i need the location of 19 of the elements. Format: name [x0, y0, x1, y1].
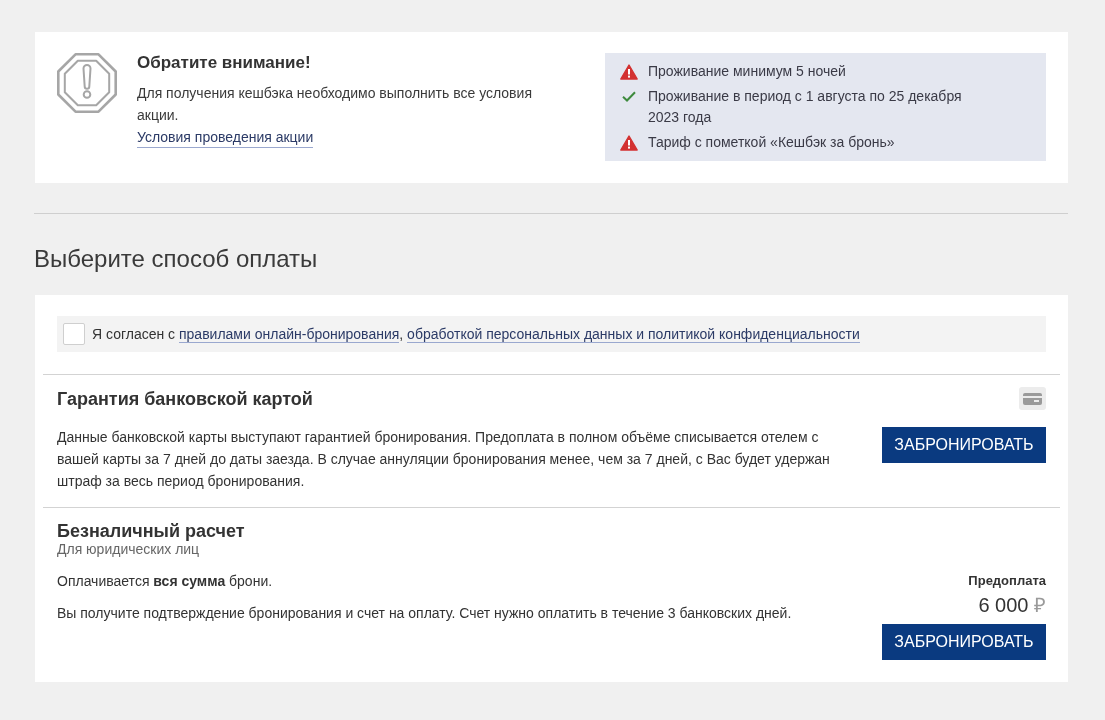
price-amount: 6 000: [978, 594, 1029, 616]
condition-text: Проживание в период с 1 августа по 25 декабря 2023 года: [648, 87, 963, 127]
method-description: Данные банковской карты выступают гарантией бронирования. Предоплата в полном объёме списывается отелем с вашей карты за 7 дней до даты заезда. В случае аннуляции бронирования менее, чем за 7 дней, с Вас будет удержан штраф за весь период бронирования.: [57, 428, 831, 491]
method-title: Безналичный расчет: [57, 520, 246, 542]
method-description: Вы получите подтверждение бронирования и счет на оплату. Счет нужно оплатить в течение 3 банковских дней.: [57, 604, 793, 623]
section-heading: Выберите способ оплаты: [34, 244, 319, 274]
octagon-warning-icon: [56, 52, 118, 114]
conditions-link[interactable]: Условия проведения акции: [137, 128, 314, 148]
method-subtitle: Для юридических лиц: [57, 541, 201, 558]
notice-title: Обратите внимание!: [137, 52, 312, 74]
method-title: Гарантия банковской картой: [57, 387, 313, 410]
terms-link[interactable]: обработкой персональных данных и политикой конфиденциальности: [407, 326, 860, 343]
prepayment-label: Предоплата: [967, 572, 1046, 590]
consent-text: Я согласен с правилами онлайн-бронирования, обработкой персональных данных и политикой конфиденциальности: [92, 325, 860, 344]
condition-text: Тариф с пометкой «Кешбэк за бронь»: [648, 133, 895, 152]
currency-sign: ₽: [1034, 594, 1046, 616]
condition-text: Проживание минимум 5 ночей: [648, 62, 846, 81]
notice-text: Для получения кешбэка необходимо выполнить все условия акции.: [137, 84, 533, 125]
method-description: Оплачивается вся сумма брони.: [57, 572, 274, 591]
